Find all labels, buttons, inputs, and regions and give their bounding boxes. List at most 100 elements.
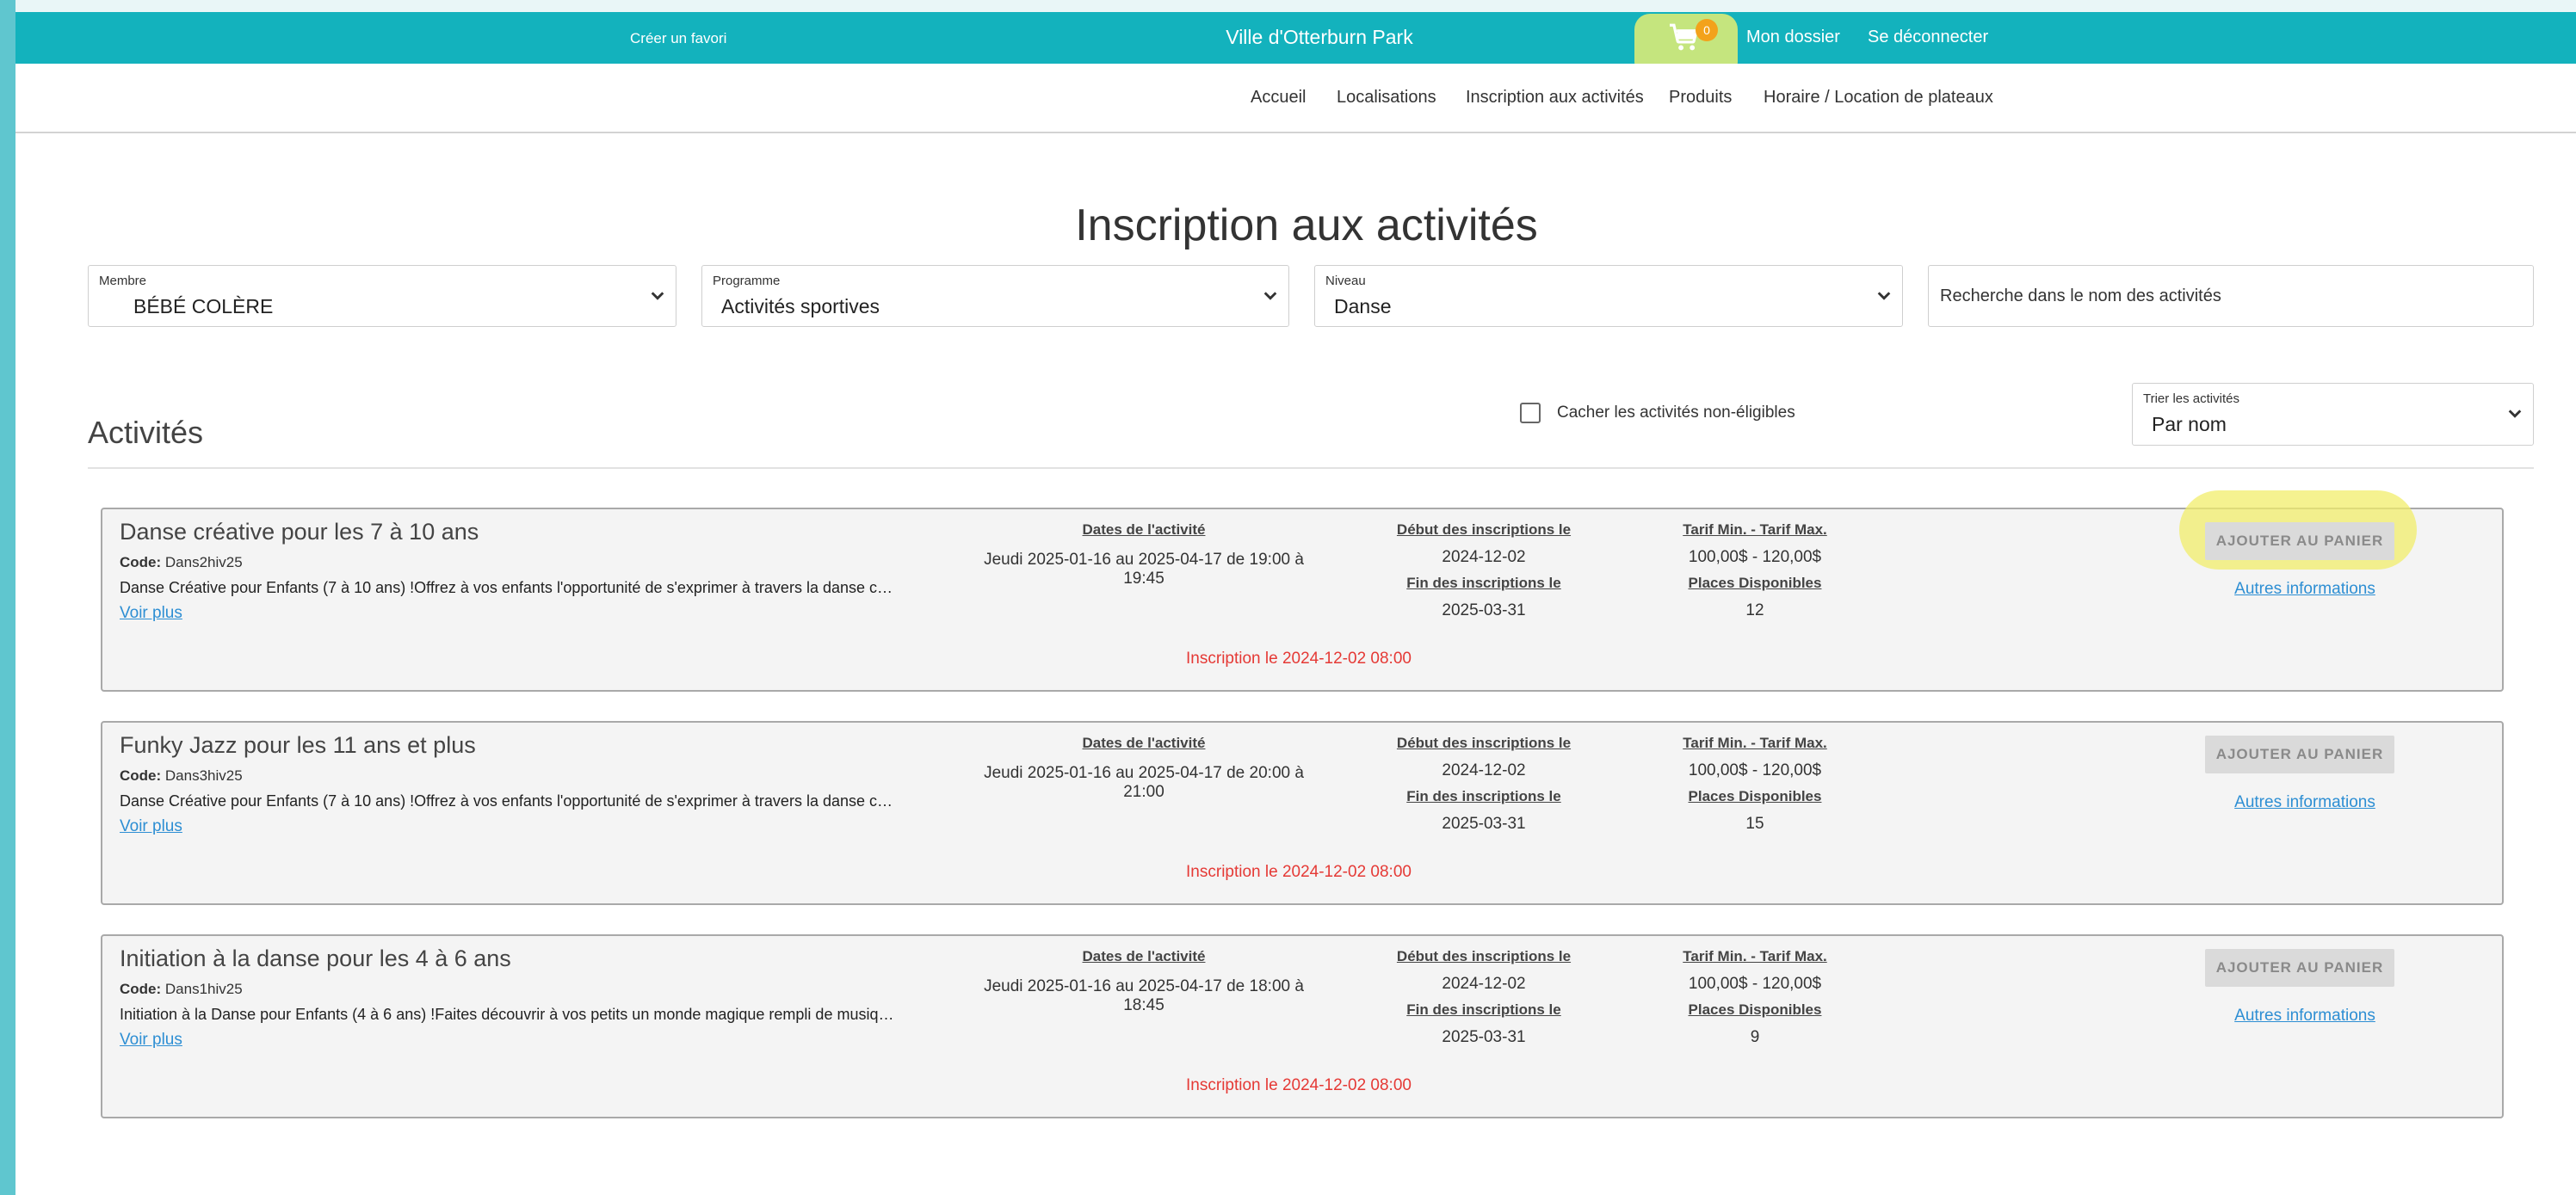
add-to-cart-button[interactable]: AJOUTER AU PANIER (2205, 522, 2394, 560)
code-label: Code: (120, 981, 162, 997)
tariff-column: Tarif Min. - Tarif Max. 100,00$ - 120,00… (1643, 521, 1867, 620)
program-select[interactable]: Programme Activités sportives (701, 265, 1289, 327)
reg-start-label: Début des inscriptions le (1396, 948, 1572, 964)
hide-ineligible-checkbox[interactable] (1520, 403, 1541, 423)
level-value: Danse (1334, 295, 1392, 317)
add-to-cart-button[interactable]: AJOUTER AU PANIER (2205, 949, 2394, 987)
reg-end-value: 2025-03-31 (1442, 815, 1526, 833)
code-label: Code: (120, 767, 162, 784)
tariff-value: 100,00$ - 120,00$ (1688, 975, 1822, 993)
reg-start-label: Début des inscriptions le (1396, 521, 1572, 538)
main-nav: Accueil Localisations Inscription aux ac… (15, 64, 2576, 133)
activity-code: Code: Dans1hiv25 (120, 981, 243, 998)
dates-label: Dates de l'activité (1082, 948, 1206, 964)
activity-name: Initiation à la danse pour les 4 à 6 ans (120, 946, 511, 971)
dates-label: Dates de l'activité (1082, 735, 1206, 751)
member-label: Membre (99, 274, 147, 288)
app-window: Créer un favori Ville d'Otterburn Park 0… (15, 0, 2576, 1195)
dates-column: Dates de l'activité Jeudi 2025-01-16 au … (963, 521, 1325, 588)
reg-end-value: 2025-03-31 (1442, 601, 1526, 619)
activity-name: Funky Jazz pour les 11 ans et plus (120, 732, 476, 758)
member-select[interactable]: Membre BÉBÉ COLÈRE (88, 265, 676, 327)
registration-notice: Inscription le 2024-12-02 08:00 (1186, 650, 1412, 668)
sort-value: Par nom (2152, 413, 2227, 435)
activity-search-input[interactable]: Recherche dans le nom des activités (1928, 265, 2534, 327)
top-strip (15, 0, 2576, 12)
activity-description: Initiation à la Danse pour Enfants (4 à … (120, 1006, 894, 1023)
tariff-column: Tarif Min. - Tarif Max. 100,00$ - 120,00… (1643, 948, 1867, 1047)
tariff-label: Tarif Min. - Tarif Max. (1683, 735, 1827, 751)
nav-item-activities[interactable]: Inscription aux activités (1466, 88, 1644, 108)
chevron-down-icon (1877, 292, 1891, 300)
reg-start-value: 2024-12-02 (1442, 975, 1526, 993)
code-label: Code: (120, 554, 162, 570)
code-value: Dans1hiv25 (164, 981, 243, 997)
reg-start-label: Début des inscriptions le (1396, 735, 1572, 751)
my-account-link[interactable]: Mon dossier (1746, 28, 1840, 47)
add-to-cart-button[interactable]: AJOUTER AU PANIER (2205, 736, 2394, 773)
nav-item-schedule[interactable]: Horaire / Location de plateaux (1764, 88, 1993, 108)
reg-start-value: 2024-12-02 (1442, 548, 1526, 566)
activity-name: Danse créative pour les 7 à 10 ans (120, 519, 479, 545)
places-value: 9 (1750, 1028, 1760, 1046)
see-more-link[interactable]: Voir plus (120, 604, 182, 623)
tariff-value: 100,00$ - 120,00$ (1688, 761, 1822, 779)
tariff-column: Tarif Min. - Tarif Max. 100,00$ - 120,00… (1643, 735, 1867, 834)
reg-end-label: Fin des inscriptions le (1406, 575, 1561, 591)
sort-select[interactable]: Trier les activités Par nom (2132, 383, 2534, 446)
activity-card: Danse créative pour les 7 à 10 ans Code:… (101, 490, 2504, 692)
activity-code: Code: Dans2hiv25 (120, 554, 243, 571)
top-bar: Créer un favori Ville d'Otterburn Park 0… (15, 12, 2576, 77)
program-value: Activités sportives (721, 295, 880, 317)
places-label: Places Disponibles (1688, 1001, 1822, 1018)
see-more-link[interactable]: Voir plus (120, 817, 182, 836)
registration-notice: Inscription le 2024-12-02 08:00 (1186, 863, 1412, 881)
nav-item-locations[interactable]: Localisations (1337, 88, 1436, 108)
registration-column: Début des inscriptions le 2024-12-02 Fin… (1350, 735, 1617, 834)
tariff-label: Tarif Min. - Tarif Max. (1683, 948, 1827, 964)
hide-ineligible-label[interactable]: Cacher les activités non-éligibles (1557, 403, 1795, 422)
registration-column: Début des inscriptions le 2024-12-02 Fin… (1350, 948, 1617, 1047)
cart-count-badge: 0 (1696, 19, 1718, 41)
code-value: Dans2hiv25 (164, 554, 243, 570)
activity-card: Funky Jazz pour les 11 ans et plus Code:… (101, 721, 2504, 905)
member-value: BÉBÉ COLÈRE (133, 295, 274, 317)
page-title: Inscription aux activités (1075, 200, 1538, 250)
activity-card: Initiation à la danse pour les 4 à 6 ans… (101, 934, 2504, 1118)
reg-end-value: 2025-03-31 (1442, 1028, 1526, 1046)
more-info-link[interactable]: Autres informations (2232, 1007, 2378, 1026)
places-label: Places Disponibles (1688, 788, 1822, 804)
registration-notice: Inscription le 2024-12-02 08:00 (1186, 1076, 1412, 1094)
level-select[interactable]: Niveau Danse (1314, 265, 1903, 327)
sort-label: Trier les activités (2143, 391, 2239, 406)
dates-column: Dates de l'activité Jeudi 2025-01-16 au … (963, 735, 1325, 802)
tariff-value: 100,00$ - 120,00$ (1688, 548, 1822, 566)
nav-item-products[interactable]: Produits (1669, 88, 1732, 108)
activity-description: Danse Créative pour Enfants (7 à 10 ans)… (120, 792, 894, 810)
places-value: 15 (1745, 815, 1764, 833)
places-value: 12 (1745, 601, 1764, 619)
site-name: Ville d'Otterburn Park (1226, 26, 1413, 48)
activities-heading: Activités (88, 415, 204, 450)
registration-column: Début des inscriptions le 2024-12-02 Fin… (1350, 521, 1617, 620)
dates-value: Jeudi 2025-01-16 au 2025-04-17 de 19:00 … (984, 551, 1304, 588)
search-placeholder: Recherche dans le nom des activités (1940, 286, 2221, 305)
chevron-down-icon (2508, 410, 2522, 418)
level-label: Niveau (1325, 274, 1366, 288)
create-favorite-link[interactable]: Créer un favori (630, 30, 726, 47)
reg-start-value: 2024-12-02 (1442, 761, 1526, 779)
dates-value: Jeudi 2025-01-16 au 2025-04-17 de 18:00 … (984, 977, 1304, 1014)
chevron-down-icon (1263, 292, 1277, 300)
dates-value: Jeudi 2025-01-16 au 2025-04-17 de 20:00 … (984, 764, 1304, 801)
more-info-link[interactable]: Autres informations (2232, 580, 2378, 599)
see-more-link[interactable]: Voir plus (120, 1031, 182, 1050)
nav-item-home[interactable]: Accueil (1251, 88, 1306, 108)
chevron-down-icon (651, 292, 664, 300)
logout-link[interactable]: Se déconnecter (1868, 28, 1988, 47)
activity-code: Code: Dans3hiv25 (120, 767, 243, 785)
section-divider (88, 467, 2534, 469)
dates-label: Dates de l'activité (1082, 521, 1206, 538)
activity-description: Danse Créative pour Enfants (7 à 10 ans)… (120, 579, 894, 596)
more-info-link[interactable]: Autres informations (2232, 793, 2378, 812)
reg-end-label: Fin des inscriptions le (1406, 788, 1561, 804)
